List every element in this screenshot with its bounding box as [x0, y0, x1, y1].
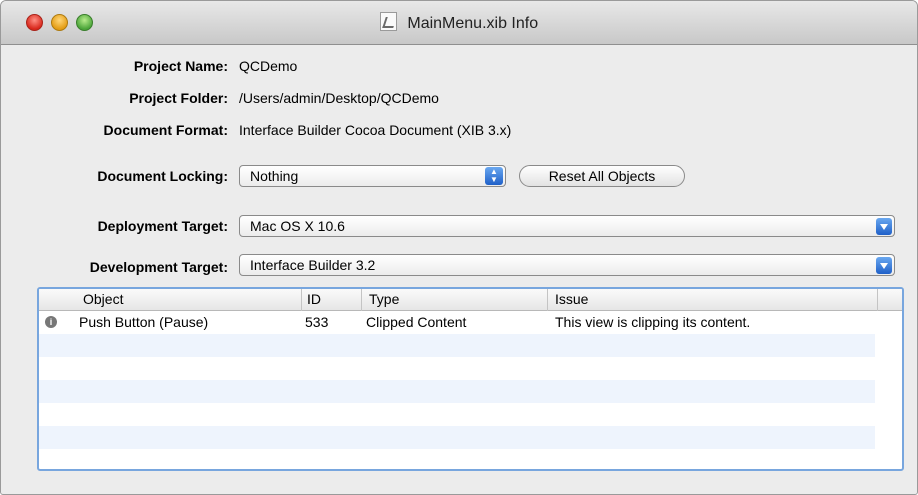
- column-header-issue[interactable]: Issue: [555, 291, 588, 309]
- table-header: Object ID Type Issue: [39, 289, 902, 311]
- deployment-target-label: Deployment Target:: [97, 218, 228, 234]
- info-window: MainMenu.xib Info Project Name: QCDemo P…: [0, 0, 918, 495]
- deployment-target-value: Mac OS X 10.6: [250, 218, 345, 234]
- column-divider[interactable]: [301, 289, 302, 311]
- cell-type: Clipped Content: [366, 314, 467, 330]
- updown-arrows-icon: ▲ ▼: [485, 167, 503, 185]
- development-target-popup[interactable]: Interface Builder 3.2: [239, 254, 895, 276]
- development-target-label: Development Target:: [89, 259, 228, 275]
- window-title: MainMenu.xib Info: [407, 15, 539, 32]
- deployment-target-popup[interactable]: Mac OS X 10.6: [239, 215, 895, 237]
- info-icon: i: [45, 316, 57, 328]
- empty-row: [39, 334, 902, 357]
- empty-row: [39, 380, 902, 403]
- reset-all-objects-button[interactable]: Reset All Objects: [519, 165, 685, 187]
- column-header-object[interactable]: Object: [83, 291, 123, 309]
- development-target-value: Interface Builder 3.2: [250, 257, 376, 273]
- cell-id: 533: [305, 314, 329, 330]
- project-folder-label: Project Folder:: [129, 90, 228, 106]
- document-locking-popup[interactable]: Nothing ▲ ▼: [239, 165, 506, 187]
- empty-row: [39, 426, 902, 449]
- chevron-down-icon: [876, 257, 892, 274]
- column-divider[interactable]: [547, 289, 548, 311]
- empty-row: [39, 357, 902, 380]
- document-format-value: Interface Builder Cocoa Document (XIB 3.…: [239, 122, 512, 138]
- document-locking-value: Nothing: [250, 168, 299, 184]
- project-name-value: QCDemo: [239, 58, 298, 74]
- xib-file-icon: [379, 12, 397, 31]
- empty-row: [39, 403, 902, 426]
- title-bar[interactable]: MainMenu.xib Info: [1, 1, 917, 45]
- column-header-id[interactable]: ID: [307, 291, 321, 309]
- document-locking-label: Document Locking:: [97, 168, 228, 184]
- project-folder-value: /Users/admin/Desktop/QCDemo: [239, 90, 439, 106]
- issues-table[interactable]: Object ID Type Issue i Push Button (Paus…: [37, 287, 904, 471]
- column-divider[interactable]: [877, 289, 878, 311]
- chevron-down-icon: [876, 218, 892, 235]
- empty-row: [39, 449, 902, 469]
- column-divider[interactable]: [361, 289, 362, 311]
- column-header-type[interactable]: Type: [369, 291, 399, 309]
- project-name-label: Project Name:: [133, 58, 228, 74]
- cell-issue: This view is clipping its content.: [555, 314, 751, 330]
- cell-object: Push Button (Pause): [79, 314, 209, 330]
- document-format-label: Document Format:: [103, 122, 228, 138]
- table-row[interactable]: i Push Button (Pause) 533 Clipped Conten…: [39, 311, 902, 334]
- window-title-wrap: MainMenu.xib Info: [1, 12, 917, 33]
- table-right-gutter: [875, 311, 902, 464]
